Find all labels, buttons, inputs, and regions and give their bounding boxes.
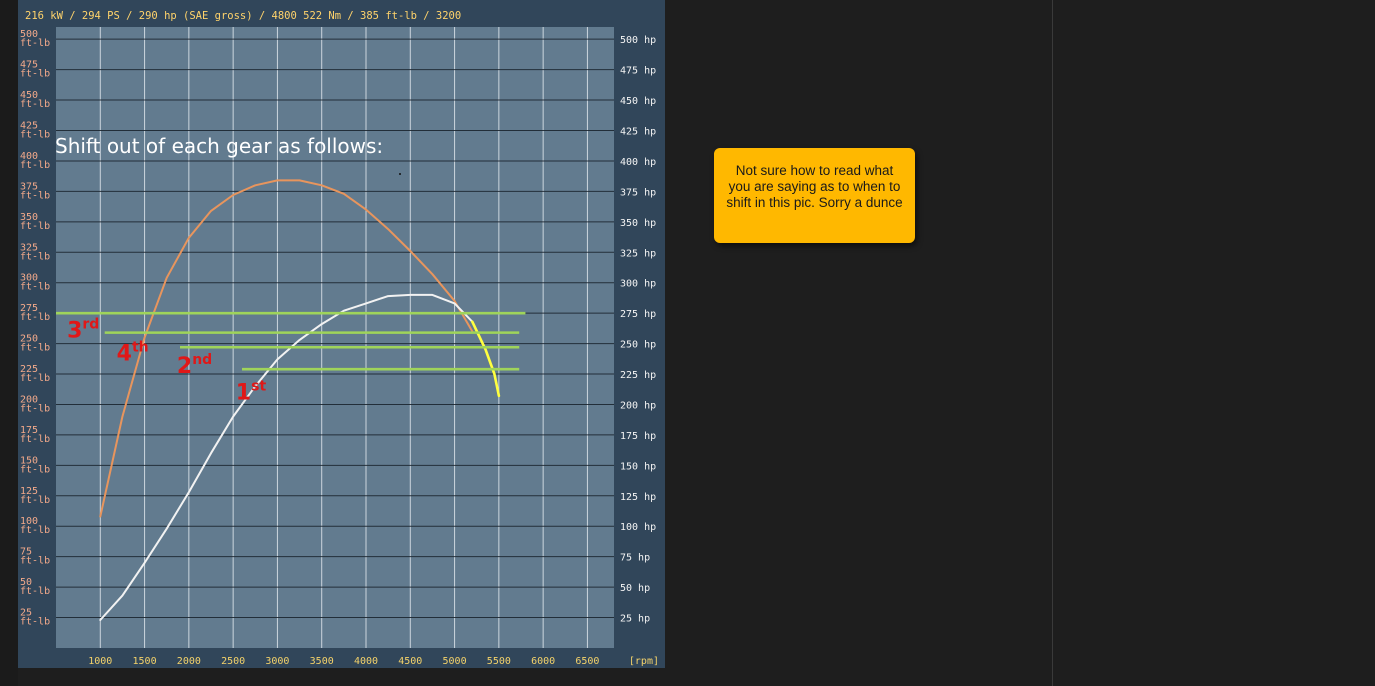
x-tick-label: 6000 [531,656,555,667]
left-tick-unit: ft-lb [20,312,50,323]
right-tick-label: 125 hp [620,492,656,503]
left-tick-unit: ft-lb [20,464,50,475]
right-tick-label: 275 hp [620,309,656,320]
chart-title: 216 kW / 294 PS / 290 hp (SAE gross) / 4… [25,10,461,22]
dyno-chart-image: 216 kW / 294 PS / 290 hp (SAE gross) / 4… [18,0,665,668]
x-axis-unit: [rpm] [629,656,659,667]
x-tick-label: 2000 [177,656,201,667]
right-tick-label: 325 hp [620,248,656,259]
left-tick-unit: ft-lb [20,251,50,262]
left-tick-unit: ft-lb [20,617,50,628]
left-tick-unit: ft-lb [20,556,50,567]
right-tick-label: 250 hp [620,340,656,351]
right-tick-label: 400 hp [620,157,656,168]
right-tick-label: 475 hp [620,66,656,77]
gear-number: 3 [67,319,82,344]
x-tick-label: 2500 [221,656,245,667]
right-tick-label: 100 hp [620,522,656,533]
right-tick-label: 350 hp [620,218,656,229]
gear-number: 2 [177,354,192,379]
plot-area [56,27,614,648]
left-tick-unit: ft-lb [20,525,50,536]
x-tick-label: 6500 [575,656,599,667]
right-tick-label: 75 hp [620,553,650,564]
right-tick-label: 200 hp [620,400,656,411]
annotation-heading: Shift out of each gear as follows: [55,134,383,158]
x-tick-label: 1500 [133,656,157,667]
left-tick-unit: ft-lb [20,403,50,414]
left-tick-unit: ft-lb [20,434,50,445]
right-tick-label: 425 hp [620,127,656,138]
right-tick-label: 500 hp [620,35,656,46]
right-tick-label: 225 hp [620,370,656,381]
left-tick-unit: ft-lb [20,99,50,110]
gear-number: 4 [117,342,132,367]
left-tick-unit: ft-lb [20,221,50,232]
left-tick-unit: ft-lb [20,190,50,201]
x-tick-label: 4500 [398,656,422,667]
right-tick-label: 50 hp [620,583,650,594]
left-tick-unit: ft-lb [20,373,50,384]
left-tick-unit: ft-lb [20,160,50,171]
gear-suffix: th [132,340,149,356]
x-tick-label: 1000 [88,656,112,667]
dyno-chart: 216 kW / 294 PS / 290 hp (SAE gross) / 4… [20,10,659,667]
left-tick-unit: ft-lb [20,130,50,141]
gear-suffix: rd [82,317,99,333]
right-tick-label: 25 hp [620,614,650,625]
gear-number: 1 [236,381,251,406]
x-tick-label: 5500 [487,656,511,667]
right-tick-label: 300 hp [620,279,656,290]
x-tick-label: 3000 [265,656,289,667]
x-tick-label: 5000 [443,656,467,667]
right-pane [1053,0,1375,686]
left-tick-unit: ft-lb [20,282,50,293]
x-tick-label: 4000 [354,656,378,667]
stray-dot [399,173,401,175]
right-tick-label: 175 hp [620,431,656,442]
right-tick-label: 375 hp [620,187,656,198]
gear-suffix: nd [192,352,212,368]
right-tick-label: 150 hp [620,461,656,472]
gear-suffix: st [251,379,266,395]
comment-text: Not sure how to read what you are saying… [726,163,903,210]
comment-note: Not sure how to read what you are saying… [714,148,915,243]
left-tick-unit: ft-lb [20,343,50,354]
left-tick-unit: ft-lb [20,69,50,80]
left-tick-unit: ft-lb [20,38,50,49]
left-tick-unit: ft-lb [20,495,50,506]
left-edge [0,0,18,686]
x-tick-label: 3500 [310,656,334,667]
left-tick-unit: ft-lb [20,586,50,597]
right-tick-label: 450 hp [620,96,656,107]
